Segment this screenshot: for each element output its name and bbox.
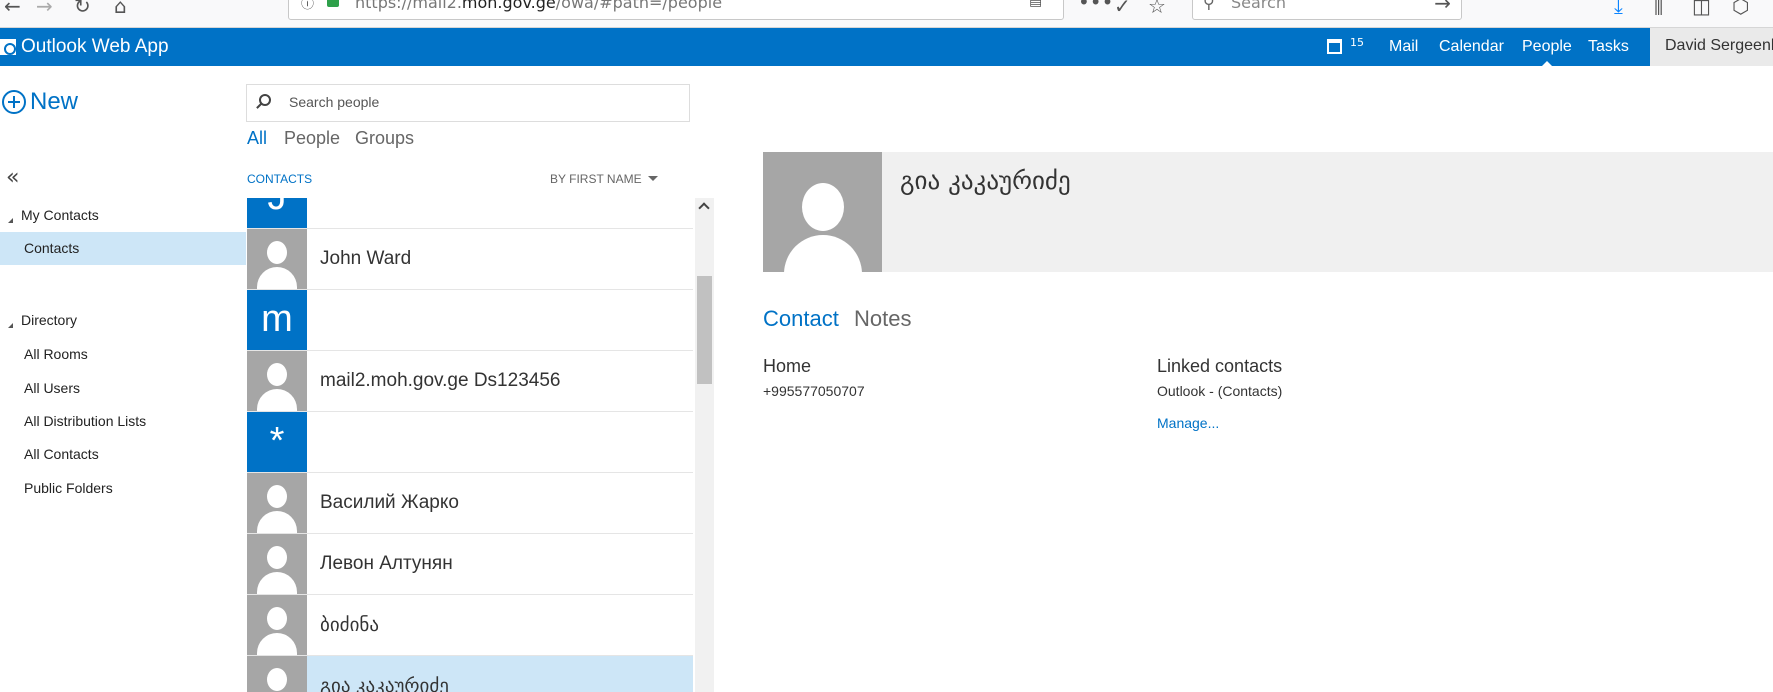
sidebar-icon[interactable]: ◫ — [1692, 0, 1711, 18]
person-avatar-icon — [247, 595, 307, 655]
filter-groups[interactable]: Groups — [355, 128, 414, 149]
contact-row[interactable]: mail2.moh.gov.ge Ds123456 — [247, 351, 693, 412]
my-contacts-header[interactable]: My Contacts — [8, 207, 99, 223]
search-people-box[interactable] — [246, 84, 690, 122]
contacts-list-header: CONTACTS — [247, 172, 313, 186]
app-header: Outlook Web App 15 Mail Calendar People … — [0, 28, 1773, 67]
tab-notes[interactable]: Notes — [854, 306, 911, 332]
app-title: Outlook Web App — [21, 36, 169, 57]
plus-icon — [2, 90, 26, 114]
home-label: Home — [763, 356, 812, 376]
tab-contact[interactable]: Contact — [763, 306, 839, 332]
new-label: New — [30, 88, 79, 115]
reload-icon[interactable]: ↻ — [74, 0, 91, 18]
folder-contacts[interactable]: Contacts — [0, 232, 246, 265]
app-brand[interactable]: Outlook Web App — [0, 36, 169, 58]
contact-card-header: გია კაკაურიძე — [763, 152, 1773, 272]
contact-row[interactable]: John Ward — [247, 229, 693, 290]
contact-name-label: ბიძინა — [320, 615, 380, 636]
folder-all-contacts[interactable]: All Contacts — [0, 438, 246, 471]
contact-row[interactable]: ბიძინა — [247, 595, 693, 656]
new-contact-button[interactable]: New — [2, 88, 78, 116]
info-icon[interactable]: ⓘ — [301, 0, 314, 12]
calendar-icon[interactable] — [1327, 39, 1342, 54]
contact-list: J John Ward m mail2.moh.gov.ge Ds123456 * Вас… — [247, 198, 693, 692]
scroll-thumb[interactable] — [697, 276, 712, 384]
letter-divider: m — [247, 290, 693, 351]
reader-view-icon[interactable]: ▤ — [1029, 0, 1042, 9]
nav-tasks[interactable]: Tasks — [1588, 38, 1629, 56]
contact-name-label: Левон Алтунян — [320, 553, 453, 574]
nav-people[interactable]: People — [1522, 38, 1572, 67]
calendar-badge: 15 — [1350, 36, 1364, 49]
collapse-pane-icon[interactable]: « — [6, 165, 19, 190]
lock-icon — [327, 0, 339, 7]
contact-name-label: mail2.moh.gov.ge Ds123456 — [320, 370, 561, 391]
forward-icon[interactable]: → — [36, 0, 53, 18]
home-phone: +995577050707 — [763, 383, 865, 399]
index-letter: m — [247, 290, 307, 350]
expand-triangle-icon — [8, 218, 13, 223]
contact-row[interactable]: Василий Жарко — [247, 473, 693, 534]
url-text: https://mail2.mon.gov.ge/owa/#path=/peop… — [355, 0, 723, 12]
user-name: David Sergeenko — [1665, 37, 1773, 54]
sort-label: BY FIRST NAME — [550, 172, 642, 186]
person-avatar-icon — [247, 534, 307, 594]
my-contacts-label: My Contacts — [21, 207, 99, 223]
sort-dropdown[interactable]: BY FIRST NAME — [550, 172, 658, 186]
manage-link[interactable]: Manage... — [1157, 415, 1219, 431]
nav-mail[interactable]: Mail — [1389, 38, 1418, 56]
folder-public-folders[interactable]: Public Folders — [0, 472, 246, 505]
filter-all[interactable]: All — [247, 128, 267, 149]
person-icon — [802, 183, 844, 231]
back-icon[interactable]: ← — [4, 0, 21, 18]
go-arrow-icon[interactable]: → — [1434, 0, 1451, 15]
person-avatar-icon — [247, 351, 307, 411]
contact-photo — [763, 152, 882, 272]
person-avatar-icon — [247, 229, 307, 289]
letter-divider: J — [247, 198, 693, 229]
extension-icon[interactable]: ⬡ — [1732, 0, 1749, 18]
download-icon[interactable]: ⤓ — [1614, 0, 1623, 18]
filter-people[interactable]: People — [284, 128, 340, 149]
contact-name-label: Василий Жарко — [320, 492, 459, 513]
contact-row[interactable]: გია კაკაურიძე — [247, 656, 693, 692]
user-menu[interactable]: David Sergeenko — [1650, 28, 1773, 66]
letter-divider: * — [247, 412, 693, 473]
home-icon[interactable]: ⌂ — [114, 0, 127, 18]
search-icon: ⚲ — [1203, 0, 1215, 12]
expand-triangle-icon — [8, 323, 13, 328]
contact-name-label: John Ward — [320, 248, 412, 269]
directory-label: Directory — [21, 312, 78, 328]
scroll-up-icon[interactable] — [698, 202, 710, 214]
address-bar[interactable]: ⓘ https://mail2.mon.gov.ge/owa/#path=/pe… — [288, 0, 1064, 20]
index-letter: * — [247, 412, 307, 472]
pocket-icon[interactable]: ✓ — [1114, 0, 1131, 18]
nav-calendar[interactable]: Calendar — [1439, 38, 1504, 56]
person-avatar-icon — [247, 473, 307, 533]
outlook-logo-icon — [0, 39, 16, 55]
browser-search-box[interactable]: ⚲ Search → — [1192, 0, 1462, 20]
caret-down-icon — [647, 176, 658, 181]
contact-row[interactable]: Левон Алтунян — [247, 534, 693, 595]
bookmark-star-icon[interactable]: ☆ — [1148, 0, 1166, 18]
list-scrollbar[interactable] — [695, 198, 714, 692]
browser-toolbar: ← → ↻ ⌂ ⓘ https://mail2.mon.gov.ge/owa/#… — [0, 0, 1773, 28]
search-icon — [259, 94, 271, 106]
contact-name: გია კაკაურიძე — [900, 166, 1071, 195]
browser-search-placeholder: Search — [1231, 0, 1286, 12]
directory-header[interactable]: Directory — [8, 312, 77, 328]
linked-contacts-value: Outlook - (Contacts) — [1157, 383, 1283, 399]
index-letter: J — [247, 198, 307, 228]
more-icon[interactable]: ••• — [1078, 0, 1113, 14]
contact-name-label: გია კაკაურიძე — [320, 676, 449, 692]
search-input[interactable] — [289, 94, 669, 110]
folder-all-rooms[interactable]: All Rooms — [0, 338, 246, 371]
folder-all-users[interactable]: All Users — [0, 372, 246, 405]
library-icon[interactable]: ⫼ — [1654, 0, 1663, 18]
folder-all-distribution-lists[interactable]: All Distribution Lists — [0, 405, 246, 438]
linked-contacts-label: Linked contacts — [1157, 356, 1283, 376]
person-avatar-icon — [247, 656, 307, 692]
